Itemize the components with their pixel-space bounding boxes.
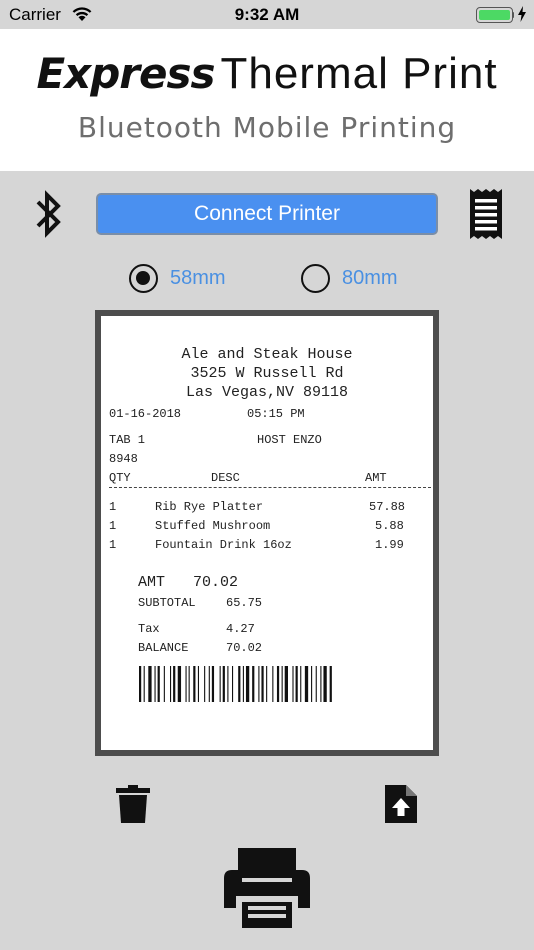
barcode-bar bbox=[272, 666, 274, 702]
receipt-tax-label: Tax bbox=[138, 622, 160, 636]
barcode-bar bbox=[329, 666, 332, 702]
barcode-bar bbox=[323, 666, 327, 702]
barcode-bar bbox=[143, 666, 145, 702]
barcode-bar bbox=[170, 666, 172, 702]
receipt-item-qty: 1 bbox=[109, 519, 117, 533]
receipt-address-1: 3525 W Russell Rd bbox=[190, 365, 344, 382]
receipt-ticket: 8948 bbox=[109, 452, 138, 466]
barcode-bar bbox=[157, 666, 160, 702]
receipt-date: 01-16-2018 bbox=[109, 407, 182, 421]
battery-icon bbox=[476, 7, 513, 23]
receipt-col-qty: QTY bbox=[109, 471, 131, 485]
barcode-bar bbox=[295, 666, 298, 702]
app-subtitle: Bluetooth Mobile Printing bbox=[77, 111, 457, 144]
receipt-col-amt: AMT bbox=[365, 471, 387, 485]
receipt-item-amt: 1.99 bbox=[375, 538, 404, 552]
barcode-bar bbox=[242, 666, 244, 702]
barcode-bar bbox=[211, 666, 215, 702]
receipt-item-desc: Rib Rye Platter bbox=[155, 500, 264, 514]
receipt-col-desc: DESC bbox=[211, 471, 240, 485]
receipt-preview: Ale and Steak House 3525 W Russell Rd La… bbox=[95, 310, 439, 756]
status-bar: Carrier 9:32 AM bbox=[0, 0, 534, 29]
radio-80mm-label: 80mm bbox=[342, 266, 398, 289]
receipt-icon[interactable] bbox=[469, 188, 503, 240]
barcode-bar bbox=[185, 666, 187, 702]
receipt-balance-value: 70.02 bbox=[226, 641, 263, 655]
barcode-bar bbox=[276, 666, 280, 702]
receipt-amt-label: AMT bbox=[138, 574, 166, 591]
status-time: 9:32 AM bbox=[234, 5, 300, 24]
barcode-bar bbox=[261, 666, 264, 702]
receipt-subtotal-value: 65.75 bbox=[226, 596, 263, 610]
receipt-barcode bbox=[139, 666, 332, 702]
receipt-divider bbox=[109, 487, 431, 488]
receipt-subtotal-label: SUBTOTAL bbox=[138, 596, 196, 610]
barcode-bar bbox=[177, 666, 182, 702]
barcode-bar bbox=[252, 666, 255, 702]
barcode-bar bbox=[292, 666, 294, 702]
barcode-bar bbox=[227, 666, 229, 702]
barcode-bar bbox=[188, 666, 190, 702]
barcode-bar bbox=[222, 666, 225, 702]
barcode-bar bbox=[139, 666, 142, 702]
barcode-bar bbox=[320, 666, 322, 702]
receipt-amt-value: 70.02 bbox=[193, 574, 239, 591]
radio-unselected-icon[interactable] bbox=[301, 263, 330, 293]
barcode-bar bbox=[219, 666, 221, 702]
receipt-time: 05:15 PM bbox=[247, 407, 305, 421]
receipt-item-desc: Fountain Drink 16oz bbox=[155, 538, 292, 552]
file-upload-icon[interactable] bbox=[385, 785, 417, 823]
receipt-paper: Ale and Steak House 3525 W Russell Rd La… bbox=[101, 316, 433, 750]
barcode-bar bbox=[163, 666, 165, 702]
barcode-bar bbox=[154, 666, 156, 702]
radio-58mm-label: 58mm bbox=[170, 266, 226, 289]
charging-icon bbox=[518, 6, 526, 22]
barcode-bar bbox=[204, 666, 206, 702]
receipt-item-qty: 1 bbox=[109, 538, 117, 552]
radio-selected-icon[interactable] bbox=[129, 263, 158, 293]
trash-icon[interactable] bbox=[115, 785, 151, 823]
brand-express: Express bbox=[36, 49, 215, 98]
barcode-bar bbox=[232, 666, 234, 702]
barcode-bar bbox=[208, 666, 210, 702]
barcode-bar bbox=[173, 666, 176, 702]
receipt-item-qty: 1 bbox=[109, 500, 117, 514]
receipt-item-amt: 5.88 bbox=[375, 519, 404, 533]
barcode-bar bbox=[193, 666, 196, 702]
receipt-tab: TAB 1 bbox=[109, 433, 146, 447]
receipt-tax-value: 4.27 bbox=[226, 622, 255, 636]
brand-thermal-print: Thermal Print bbox=[220, 49, 498, 98]
barcode-bar bbox=[304, 666, 309, 702]
barcode-bar bbox=[197, 666, 199, 702]
barcode-bar bbox=[245, 666, 250, 702]
barcode-bar bbox=[281, 666, 283, 702]
barcode-bar bbox=[148, 666, 152, 702]
barcode-bar bbox=[315, 666, 317, 702]
receipt-item-desc: Stuffed Mushroom bbox=[155, 519, 271, 533]
receipt-item-amt: 57.88 bbox=[369, 500, 406, 514]
connect-printer-button[interactable]: Connect Printer bbox=[96, 193, 438, 235]
radio-58mm[interactable]: 58mm bbox=[129, 263, 226, 293]
barcode-bar bbox=[258, 666, 260, 702]
receipt-balance-label: BALANCE bbox=[138, 641, 189, 655]
receipt-store-name: Ale and Steak House bbox=[181, 346, 353, 363]
app-header: Express Thermal Print Bluetooth Mobile Pr… bbox=[0, 29, 534, 171]
battery-tip bbox=[512, 12, 514, 18]
barcode-bar bbox=[238, 666, 241, 702]
barcode-bar bbox=[266, 666, 268, 702]
barcode-bar bbox=[284, 666, 288, 702]
barcode-bar bbox=[311, 666, 313, 702]
receipt-address-2: Las Vegas,NV 89118 bbox=[185, 384, 349, 401]
receipt-host: HOST ENZO bbox=[257, 433, 322, 447]
barcode-bar bbox=[300, 666, 302, 702]
radio-80mm[interactable]: 80mm bbox=[301, 263, 398, 293]
printer-icon[interactable] bbox=[222, 846, 312, 930]
bluetooth-icon[interactable] bbox=[30, 188, 66, 240]
app-logo: Express Thermal Print bbox=[0, 49, 534, 99]
